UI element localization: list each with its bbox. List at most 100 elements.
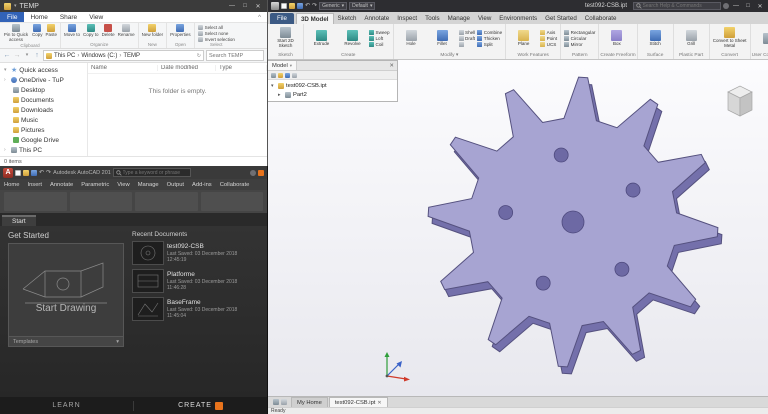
sidebar-item-documents[interactable]: Documents	[0, 95, 87, 105]
recent-doc-item[interactable]: test092-CSB Last Saved: 03 December 2018…	[132, 241, 259, 265]
learn-tab[interactable]: LEARN	[0, 402, 133, 409]
undo-icon[interactable]: ↶	[305, 3, 310, 9]
view-cube[interactable]	[722, 82, 758, 122]
tab-collaborate[interactable]: Collaborate	[216, 182, 254, 188]
open-icon[interactable]	[289, 3, 295, 9]
tab-view[interactable]: View	[113, 182, 133, 188]
sidebar-item-music[interactable]: Music	[0, 115, 87, 125]
expander-icon[interactable]: ▸	[278, 92, 283, 98]
gear-part[interactable]	[413, 62, 733, 382]
user-avatar-icon[interactable]	[723, 3, 729, 9]
tab-collaborate[interactable]: Collaborate	[581, 13, 621, 24]
a360-icon[interactable]	[258, 169, 264, 176]
arrange-windows-icon[interactable]	[281, 399, 287, 405]
point-button[interactable]: Point	[540, 35, 557, 41]
tab-manage[interactable]: Manage	[444, 13, 474, 24]
browser-settings-icon[interactable]	[285, 72, 290, 78]
explorer-file-list[interactable]: Name Date modified Type This folder is e…	[88, 63, 267, 156]
recent-doc-item[interactable]: Platforme Last Saved: 03 December 2018 1…	[132, 269, 259, 293]
autocad-logo[interactable]: A	[3, 167, 13, 178]
breadcrumb-drive-c[interactable]: Windows (C:)	[81, 53, 117, 59]
column-header-type[interactable]: Type	[216, 65, 267, 71]
close-button[interactable]: ✕	[755, 3, 765, 10]
tab-home[interactable]: Home	[0, 182, 23, 188]
column-header-date-modified[interactable]: Date modified	[158, 65, 216, 71]
open-icon[interactable]	[23, 169, 29, 176]
coil-button[interactable]: Coil	[369, 41, 390, 47]
fillet-button[interactable]: Fillet	[428, 29, 457, 47]
hole-button[interactable]: Hole	[397, 29, 426, 47]
extrude-button[interactable]: Extrude	[307, 29, 336, 47]
plane-button[interactable]: Plane	[509, 29, 538, 47]
delete-button[interactable]: Delete	[102, 24, 115, 38]
pin-to-quick-access-button[interactable]: Pin to Quick access	[3, 24, 29, 43]
browser-node-root[interactable]: ▾ test092-CSB.ipt	[268, 81, 397, 90]
copy-button[interactable]: Copy	[32, 24, 43, 38]
start-drawing-button[interactable]: Start Drawing	[8, 243, 124, 337]
browser-filter-icon[interactable]	[271, 72, 276, 78]
browser-node-part2[interactable]: ▸ Part2	[268, 90, 397, 99]
menu-view[interactable]: View	[83, 14, 109, 21]
help-search-input[interactable]	[642, 3, 718, 9]
axis-button[interactable]: Axis	[540, 29, 557, 35]
command-search-input[interactable]	[122, 169, 189, 176]
sidebar-item-pictures[interactable]: Pictures	[0, 125, 87, 135]
breadcrumb[interactable]: This PC › Windows (C:) › TEMP ↻	[43, 50, 204, 61]
tab-3d-model[interactable]: 3D Model	[295, 13, 334, 24]
sign-in-icon[interactable]	[250, 169, 256, 176]
material-dropdown[interactable]: Generic ▾	[319, 2, 348, 10]
tab-tools[interactable]: Tools	[421, 13, 443, 24]
sidebar-item-this-pc[interactable]: › This PC	[0, 145, 87, 155]
circular-pattern-button[interactable]: Circular	[564, 35, 595, 41]
freeform-box-button[interactable]: Box	[602, 29, 631, 47]
redo-icon[interactable]: ↷	[312, 3, 317, 9]
doc-tab-part[interactable]: test092-CSB.ipt ✕	[328, 397, 388, 407]
new-file-icon[interactable]	[281, 3, 287, 9]
browser-tab-model[interactable]: Model ▾	[268, 61, 298, 70]
loft-button[interactable]: Loft	[369, 35, 390, 41]
doc-tab-my-home[interactable]: My Home	[291, 397, 328, 407]
shell-button[interactable]: Shell	[458, 29, 475, 35]
browser-search-icon[interactable]	[278, 72, 283, 78]
column-header-name[interactable]: Name	[88, 65, 158, 71]
browser-close-icon[interactable]: ✕	[386, 63, 397, 69]
maximize-button[interactable]: □	[240, 3, 250, 9]
close-tab-icon[interactable]: ✕	[377, 400, 381, 406]
expander-icon[interactable]: ›	[4, 147, 9, 153]
user-command-button[interactable]	[754, 32, 768, 44]
convert-to-sheet-metal-button[interactable]: Convert to Sheet Metal	[713, 27, 747, 49]
qat-dropdown-icon[interactable]: ▾	[14, 3, 17, 9]
properties-button[interactable]: Properties	[170, 24, 191, 38]
sidebar-item-quick-access[interactable]: ▾ ★ Quick access	[0, 65, 87, 75]
mirror-button[interactable]: Mirror	[564, 41, 595, 47]
new-drawing-icon[interactable]	[15, 169, 21, 176]
start-tab[interactable]: Start	[2, 215, 36, 226]
tab-add-ins[interactable]: Add-ins	[188, 182, 216, 188]
tab-inspect[interactable]: Inspect	[393, 13, 421, 24]
copy-to-button[interactable]: Copy to	[83, 24, 99, 38]
menu-file[interactable]: File	[0, 12, 25, 22]
rectangular-pattern-button[interactable]: Rectangular	[564, 29, 595, 35]
search-input[interactable]	[209, 52, 261, 59]
new-folder-button[interactable]: New folder	[142, 24, 163, 38]
inventor-logo[interactable]	[271, 2, 279, 10]
undo-icon[interactable]: ↶	[39, 170, 44, 176]
forward-button[interactable]: →	[13, 52, 21, 59]
create-tab[interactable]: CREATE	[134, 401, 267, 410]
expander-icon[interactable]: ▾	[271, 83, 276, 89]
up-button[interactable]: ↑	[33, 52, 41, 59]
minimize-button[interactable]: —	[731, 3, 741, 9]
breadcrumb-this-pc[interactable]: This PC	[54, 53, 75, 59]
draft-button[interactable]: Draft	[458, 35, 476, 41]
paste-button[interactable]: Paste	[46, 24, 57, 38]
sidebar-item-onedrive[interactable]: › OneDrive - TuP	[0, 75, 87, 85]
tab-file[interactable]: File	[270, 13, 294, 24]
move-to-button[interactable]: Move to	[64, 24, 80, 38]
split-button[interactable]: Split	[477, 41, 502, 47]
combine-button[interactable]: Combine	[477, 29, 502, 35]
expander-icon[interactable]: ›	[4, 77, 9, 83]
appearance-dropdown[interactable]: Default ▾	[349, 2, 376, 10]
minimize-button[interactable]: —	[227, 3, 237, 9]
tab-output[interactable]: Output	[163, 182, 188, 188]
select-all-button[interactable]: Select all	[197, 25, 235, 30]
